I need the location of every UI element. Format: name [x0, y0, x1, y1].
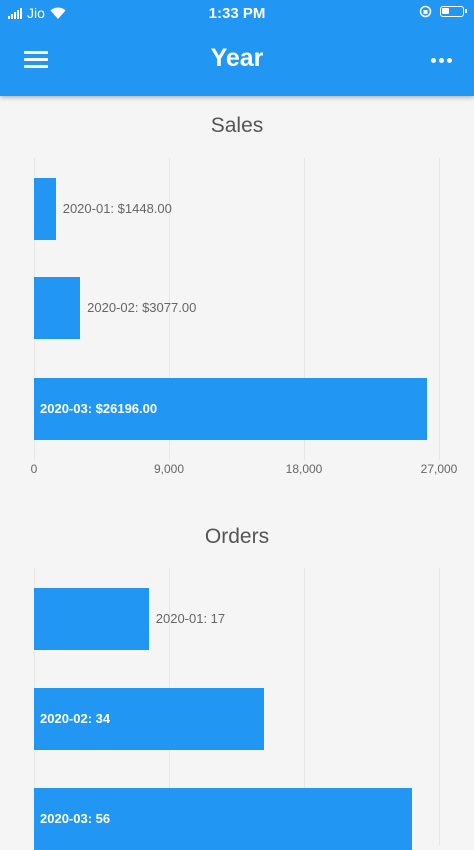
bar-label-2020-03: 2020-03: 56: [40, 811, 111, 826]
orientation-lock-icon: [419, 5, 432, 18]
bar-label-2020-03: 2020-03: $26196.00: [40, 401, 158, 416]
bar-2020-02: [34, 277, 81, 339]
orders-chart-title: Orders: [204, 525, 270, 548]
bar-label-2020-01: 2020-01: $1448.00: [62, 201, 172, 216]
app-bar: Jio 1:33 PM Year: [0, 0, 474, 96]
tick-label: 0: [30, 462, 38, 476]
bar-2020-01: [34, 178, 56, 240]
grid-line: [439, 158, 440, 460]
battery-icon: [440, 6, 467, 17]
bar-label-2020-02: 2020-02: 34: [40, 711, 111, 726]
bar-label-2020-01: 2020-01: 17: [155, 611, 226, 626]
sales-chart-title: Sales: [210, 114, 264, 137]
grid-line: [439, 568, 440, 845]
status-time: 1:33 PM: [208, 5, 266, 22]
tick-label: 9,000: [153, 462, 185, 476]
more-options-icon[interactable]: [428, 52, 454, 68]
status-right: [419, 5, 467, 18]
bar-2020-01: [34, 588, 149, 650]
status-bar: Jio 1:33 PM: [0, 0, 474, 28]
bar-label-2020-02: 2020-02: $3077.00: [87, 300, 197, 315]
page-title: Year: [210, 44, 264, 72]
tick-label: 18,000: [285, 462, 323, 476]
tick-label: 27,000: [420, 462, 458, 476]
